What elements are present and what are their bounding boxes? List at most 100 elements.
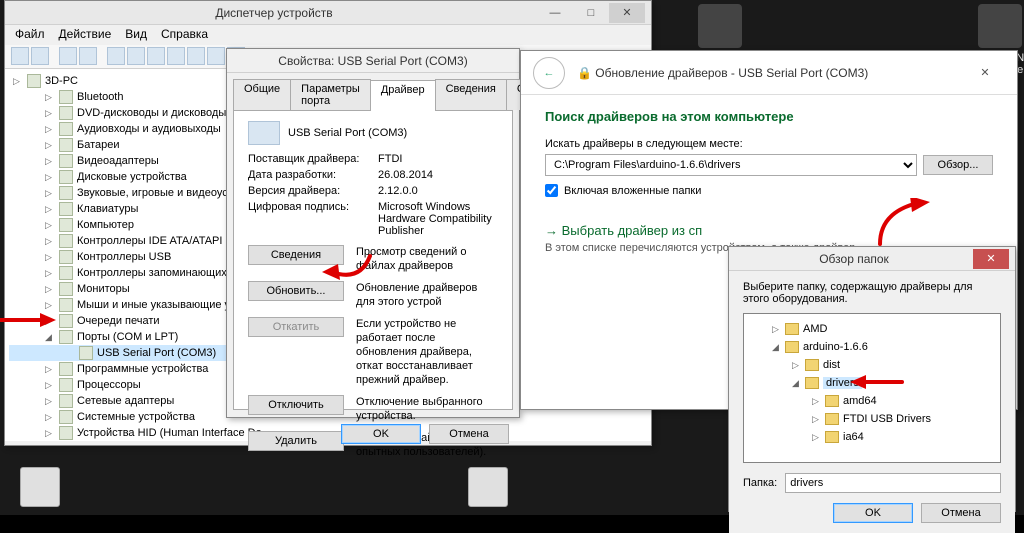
tab[interactable]: Параметры порта xyxy=(290,79,371,110)
close-button[interactable]: ✕ xyxy=(609,3,645,23)
path-select[interactable]: C:\Program Files\arduino-1.6.6\drivers xyxy=(545,154,917,176)
device-icon xyxy=(59,330,73,344)
device-icon xyxy=(59,282,73,296)
device-icon xyxy=(59,186,73,200)
folder-item[interactable]: ▷FTDI USB Drivers xyxy=(748,410,996,428)
folder-field-input[interactable] xyxy=(785,473,1001,493)
ok-button[interactable]: OK xyxy=(341,424,421,444)
wizard-heading: Поиск драйверов на этом компьютере xyxy=(545,109,993,124)
browse-hint: Выберите папку, содержащую драйверы для … xyxy=(743,281,1001,305)
toolbar-icon[interactable] xyxy=(59,47,77,65)
window-title: Обзор папок xyxy=(735,252,973,266)
toggle-icon: ▷ xyxy=(45,316,55,327)
details-desc: Просмотр сведений о файлах драйверов xyxy=(356,245,498,273)
menu-view[interactable]: Вид xyxy=(125,27,147,43)
uninstall-button[interactable]: Удалить xyxy=(248,431,344,451)
provider-value: FTDI xyxy=(378,153,498,165)
ok-button[interactable]: OK xyxy=(833,503,913,523)
version-value: 2.12.0.0 xyxy=(378,185,498,197)
device-icon xyxy=(59,90,73,104)
folder-name: ia64 xyxy=(843,431,864,443)
folder-tree[interactable]: ▷AMD◢arduino-1.6.6▷dist◢drivers▷amd64▷FT… xyxy=(743,313,1001,463)
cancel-button[interactable]: Отмена xyxy=(429,424,509,444)
update-button[interactable]: Обновить... xyxy=(248,281,344,301)
toolbar-icon[interactable] xyxy=(31,47,49,65)
toggle-icon: ▷ xyxy=(772,324,781,335)
device-icon xyxy=(59,394,73,408)
close-button[interactable]: ✕ xyxy=(973,249,1009,269)
folder-icon xyxy=(785,323,799,335)
device-icon xyxy=(59,202,73,216)
tree-item-label: Сетевые адаптеры xyxy=(77,395,174,407)
toggle-icon: ▷ xyxy=(812,432,821,443)
toolbar-icon[interactable] xyxy=(207,47,225,65)
version-label: Версия драйвера: xyxy=(248,185,378,197)
folder-item[interactable]: ◢arduino-1.6.6 xyxy=(748,338,996,356)
toolbar-icon[interactable] xyxy=(187,47,205,65)
taskbar-icon[interactable] xyxy=(468,467,508,507)
tree-item-label: Программные устройства xyxy=(77,363,208,375)
folder-item[interactable]: ▷AMD xyxy=(748,320,996,338)
device-icon xyxy=(59,362,73,376)
pick-from-list-link[interactable]: → Выбрать драйвер из сп xyxy=(545,223,993,238)
titlebar: Обзор папок ✕ xyxy=(729,247,1015,271)
menu-file[interactable]: Файл xyxy=(15,27,45,43)
tab[interactable]: Сведения xyxy=(435,79,507,110)
window-title: Диспетчер устройств xyxy=(11,6,537,20)
include-subfolders-checkbox[interactable]: Включая вложенные папки xyxy=(545,184,993,197)
toggle-icon: ▷ xyxy=(45,172,55,183)
menu-help[interactable]: Справка xyxy=(161,27,208,43)
rollback-button[interactable]: Откатить xyxy=(248,317,344,337)
folder-field-label: Папка: xyxy=(743,477,777,489)
toolbar-icon[interactable] xyxy=(107,47,125,65)
tree-item-label: Процессоры xyxy=(77,379,141,391)
cancel-button[interactable]: Отмена xyxy=(921,503,1001,523)
toggle-icon: ▷ xyxy=(812,396,821,407)
details-button[interactable]: Сведения xyxy=(248,245,344,265)
back-button[interactable]: ← xyxy=(533,57,565,89)
folder-item[interactable]: ▷ ia64 xyxy=(748,428,996,446)
device-icon xyxy=(59,138,73,152)
signature-label: Цифровая подпись: xyxy=(248,201,378,237)
toolbar-icon[interactable] xyxy=(147,47,165,65)
tree-item-label: Батареи xyxy=(77,139,120,151)
toggle-icon: ▷ xyxy=(45,364,55,375)
tab[interactable]: Драйвер xyxy=(370,80,436,111)
titlebar: Свойства: USB Serial Port (COM3) xyxy=(227,49,519,73)
disable-desc: Отключение выбранного устройства. xyxy=(356,395,498,423)
menu-action[interactable]: Действие xyxy=(59,27,112,43)
toggle-icon: ▷ xyxy=(812,414,821,425)
provider-label: Поставщик драйвера: xyxy=(248,153,378,165)
toggle-icon: ▷ xyxy=(45,204,55,215)
toggle-icon: ▷ xyxy=(45,412,55,423)
device-icon xyxy=(79,346,93,360)
device-icon xyxy=(59,266,73,280)
tree-item-label: Мониторы xyxy=(77,283,130,295)
maximize-button[interactable]: □ xyxy=(573,3,609,23)
folder-item[interactable]: ◢drivers xyxy=(748,374,996,392)
browse-button[interactable]: Обзор... xyxy=(923,155,993,175)
window-title: Свойства: USB Serial Port (COM3) xyxy=(233,54,513,68)
toggle-icon: ▷ xyxy=(45,396,55,407)
folder-icon xyxy=(805,377,819,389)
driver-panel: USB Serial Port (COM3) Поставщик драйвер… xyxy=(233,110,513,410)
folder-name: arduino-1.6.6 xyxy=(803,341,868,353)
taskbar-icon[interactable] xyxy=(20,467,60,507)
close-button[interactable]: ✕ xyxy=(965,63,1005,83)
include-subfolders-input[interactable] xyxy=(545,184,558,197)
folder-icon xyxy=(825,413,839,425)
toolbar-icon[interactable] xyxy=(79,47,97,65)
folder-name: drivers xyxy=(823,377,862,389)
device-icon xyxy=(248,121,280,145)
minimize-button[interactable]: — xyxy=(537,3,573,23)
wizard-title: Обновление драйверов - USB Serial Port (… xyxy=(595,66,868,80)
toolbar-icon[interactable] xyxy=(127,47,145,65)
folder-item[interactable]: ▷dist xyxy=(748,356,996,374)
toolbar-icon[interactable] xyxy=(167,47,185,65)
folder-item[interactable]: ▷amd64 xyxy=(748,392,996,410)
tree-item-label: Клавиатуры xyxy=(77,203,138,215)
toolbar-icon[interactable] xyxy=(11,47,29,65)
disable-button[interactable]: Отключить xyxy=(248,395,344,415)
toggle-icon: ▷ xyxy=(792,360,801,371)
tab[interactable]: Общие xyxy=(233,79,291,110)
